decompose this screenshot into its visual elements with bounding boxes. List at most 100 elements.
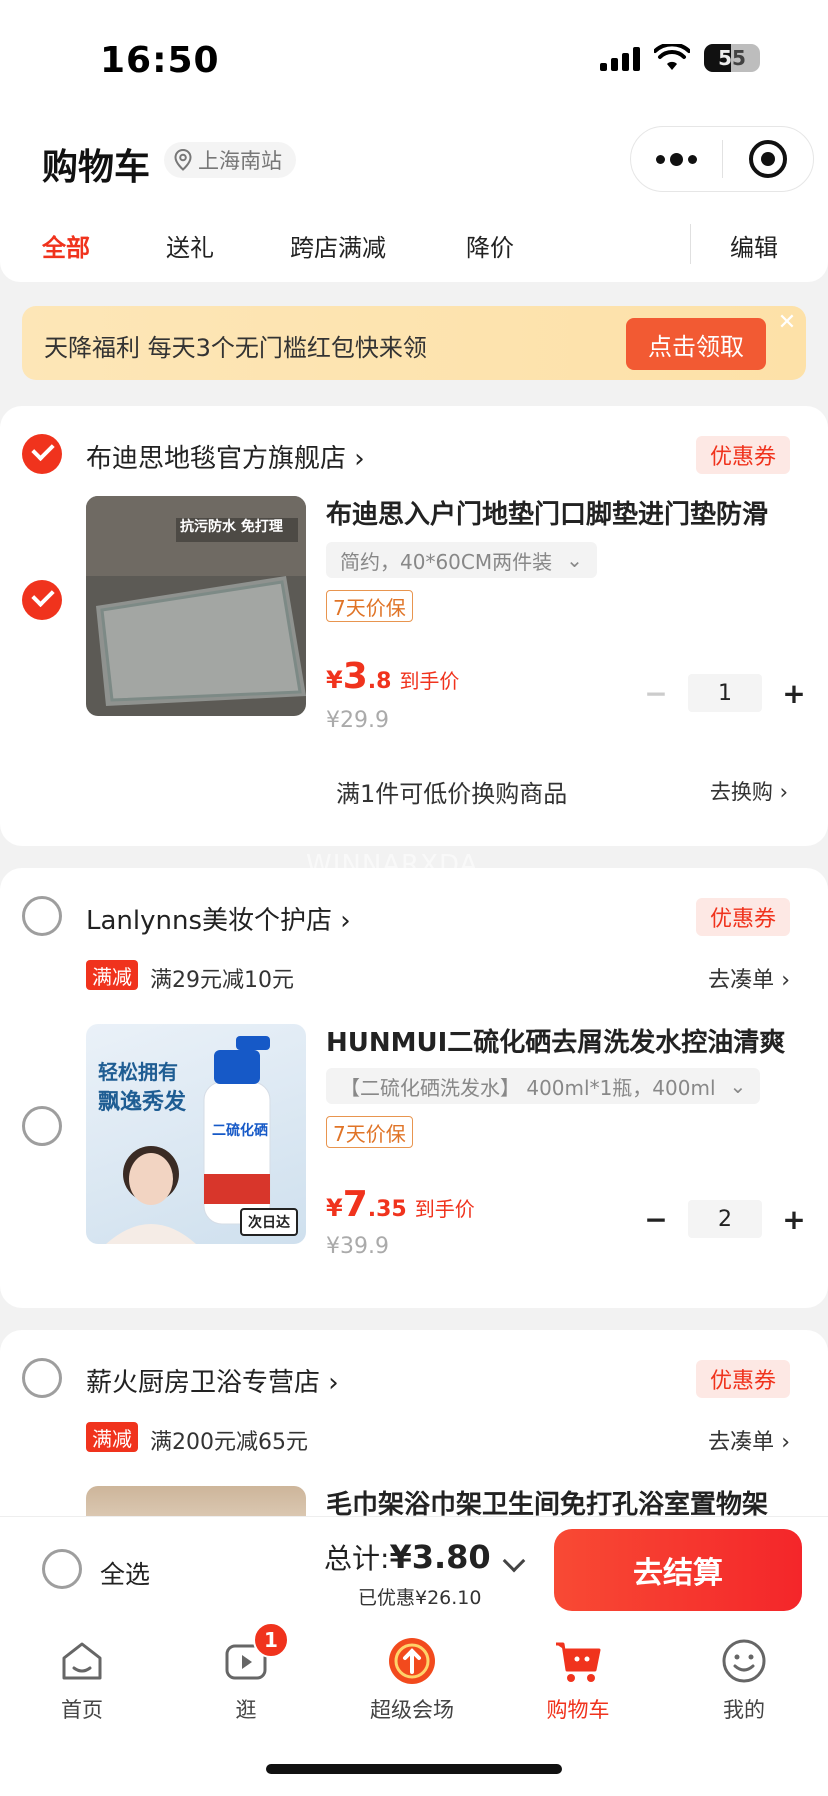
status-icons: 55	[600, 44, 760, 72]
price-integer: 3	[342, 656, 368, 697]
tabbar-browse[interactable]: 1 逛	[196, 1622, 296, 1724]
tabs-divider	[690, 224, 691, 264]
promo-banner[interactable]: 天降福利 每天3个无门槛红包快来领 点击领取 ✕	[22, 306, 806, 380]
next-day-tag: 次日达	[240, 1208, 298, 1236]
coupon-button[interactable]: 优惠券	[695, 436, 790, 474]
price-protection-badge: 7天价保	[326, 1116, 413, 1148]
select-all-label[interactable]: 全选	[100, 1555, 150, 1591]
discount-summary: 已优惠¥26.10	[358, 1587, 482, 1609]
price-label: 到手价	[399, 669, 460, 693]
chevron-right-icon: ›	[781, 1430, 790, 1455]
store-checkbox[interactable]	[22, 434, 62, 474]
store-name[interactable]: Lanlynns美妆个护店 ›	[86, 900, 351, 937]
chevron-right-icon: ›	[779, 780, 788, 804]
image-caption: 抗污防水 免打理	[180, 519, 283, 535]
checkout-button[interactable]: 去结算	[554, 1529, 802, 1611]
price-integer: 7	[342, 1184, 368, 1225]
notification-badge: 1	[253, 1622, 289, 1658]
quantity-input[interactable]: 2	[688, 1200, 762, 1238]
item-checkbox[interactable]	[22, 580, 62, 620]
tab-cross-store-discount[interactable]: 跨店满减	[290, 228, 386, 263]
chevron-right-icon: ›	[328, 1368, 339, 1398]
decrease-button[interactable]: −	[644, 677, 668, 710]
sku-text: 【二硫化硒洗发水】 400ml*1瓶，400ml	[340, 1075, 716, 1100]
store-name-text: 布迪思地毯官方旗舰店	[86, 444, 347, 474]
tabbar-label: 超级会场	[370, 1698, 454, 1722]
profile-icon	[719, 1636, 769, 1686]
tab-price-drop[interactable]: 降价	[466, 228, 514, 263]
total-amount: ¥3.80	[389, 1538, 491, 1576]
final-price: ¥ 7 .35 到手价	[326, 1184, 475, 1225]
item-checkbox[interactable]	[22, 1106, 62, 1146]
exchange-link-text: 去换购	[709, 780, 773, 804]
banner-text: 天降福利 每天3个无门槛红包快来领	[44, 334, 427, 362]
expand-details-icon[interactable]	[502, 1549, 526, 1573]
header: 购物车 上海南站	[0, 110, 828, 210]
location-text: 上海南站	[198, 149, 282, 173]
product-title[interactable]: 布迪思入户门地垫门口脚垫进门垫防滑	[326, 494, 806, 531]
store-checkbox[interactable]	[22, 1358, 62, 1398]
discount-tag: 满减	[86, 960, 138, 990]
tab-all[interactable]: 全部	[42, 228, 90, 263]
checkout-bar: 全选 总计:¥3.80 已优惠¥26.10 去结算	[0, 1516, 828, 1622]
increase-button[interactable]: +	[782, 677, 806, 710]
price-decimal: .8	[367, 669, 392, 694]
chevron-down-icon: ⌄	[566, 548, 583, 572]
close-miniprogram-button[interactable]	[723, 127, 814, 191]
claim-button[interactable]: 点击领取	[626, 318, 766, 370]
edit-button[interactable]: 编辑	[730, 228, 778, 263]
exchange-link[interactable]: 去换购 ›	[710, 776, 788, 806]
add-items-text: 去凑单	[708, 1430, 775, 1455]
price-protection-badge: 7天价保	[326, 590, 413, 622]
quantity-input[interactable]: 1	[688, 674, 762, 712]
sku-selector[interactable]: 【二硫化硒洗发水】 400ml*1瓶，400ml ⌄	[326, 1068, 761, 1104]
chevron-right-icon: ›	[781, 968, 790, 993]
banner-close-icon[interactable]: ✕	[776, 312, 798, 334]
status-time: 16:50	[100, 40, 220, 81]
location-pin-icon	[174, 149, 192, 171]
bottle-label: 二硫化硒	[212, 1123, 268, 1139]
more-button[interactable]	[631, 127, 722, 191]
total-label: 总计:	[324, 1542, 390, 1575]
target-icon	[748, 140, 787, 178]
select-all-checkbox[interactable]	[42, 1549, 82, 1589]
product-title[interactable]: HUNMUI二硫化硒去屑洗发水控油清爽	[326, 1022, 806, 1059]
cart-icon	[553, 1636, 603, 1686]
store-name[interactable]: 布迪思地毯官方旗舰店 ›	[86, 438, 365, 475]
price-currency: ¥	[326, 1194, 343, 1222]
store-name[interactable]: 薪火厨房卫浴专营店 ›	[86, 1362, 339, 1399]
tabbar-home[interactable]: 首页	[32, 1636, 132, 1724]
final-price: ¥ 3 .8 到手价	[326, 656, 459, 697]
tabbar-profile[interactable]: 我的	[694, 1636, 794, 1724]
tab-gift[interactable]: 送礼	[166, 228, 214, 263]
price-currency: ¥	[326, 666, 343, 694]
add-items-link[interactable]: 去凑单 ›	[708, 962, 790, 994]
exchange-text: 满1件可低价换购商品	[336, 780, 568, 808]
mini-program-capsule	[630, 126, 814, 192]
cellular-signal-icon	[600, 45, 640, 71]
original-price: ¥39.9	[326, 1234, 389, 1259]
tabbar-super-venue[interactable]: 超级会场	[362, 1636, 462, 1724]
decrease-button[interactable]: −	[644, 1203, 668, 1236]
location-chip[interactable]: 上海南站	[164, 142, 296, 178]
product-image[interactable]: 轻松拥有 飘逸秀发 二硫化硒 次日达	[86, 1024, 306, 1244]
price-label: 到手价	[414, 1197, 475, 1221]
product-image[interactable]: 抗污防水 免打理	[86, 496, 306, 716]
discount-text: 满200元减65元	[150, 1430, 308, 1455]
store-name-text: Lanlynns美妆个护店	[86, 906, 333, 936]
store-checkbox[interactable]	[22, 896, 62, 936]
wifi-icon	[654, 44, 690, 70]
total-price: 总计:¥3.80	[324, 1537, 491, 1577]
store-card: 布迪思地毯官方旗舰店 › 优惠券 抗污防水 免打理 布迪思入户门地垫门口脚垫进门…	[0, 406, 828, 846]
battery-level: 55	[718, 46, 746, 70]
discount-text: 满29元减10元	[150, 968, 294, 993]
coupon-button[interactable]: 优惠券	[695, 1360, 790, 1398]
chevron-right-icon: ›	[354, 444, 365, 474]
coupon-button[interactable]: 优惠券	[695, 898, 790, 936]
add-items-link[interactable]: 去凑单 ›	[708, 1424, 790, 1456]
tabbar-label: 首页	[61, 1698, 103, 1722]
increase-button[interactable]: +	[782, 1203, 806, 1236]
sku-selector[interactable]: 简约，40*60CM两件装 ⌄	[326, 542, 597, 578]
tabbar-cart[interactable]: 购物车	[528, 1636, 628, 1724]
quantity-stepper: − 2 +	[644, 1200, 806, 1238]
